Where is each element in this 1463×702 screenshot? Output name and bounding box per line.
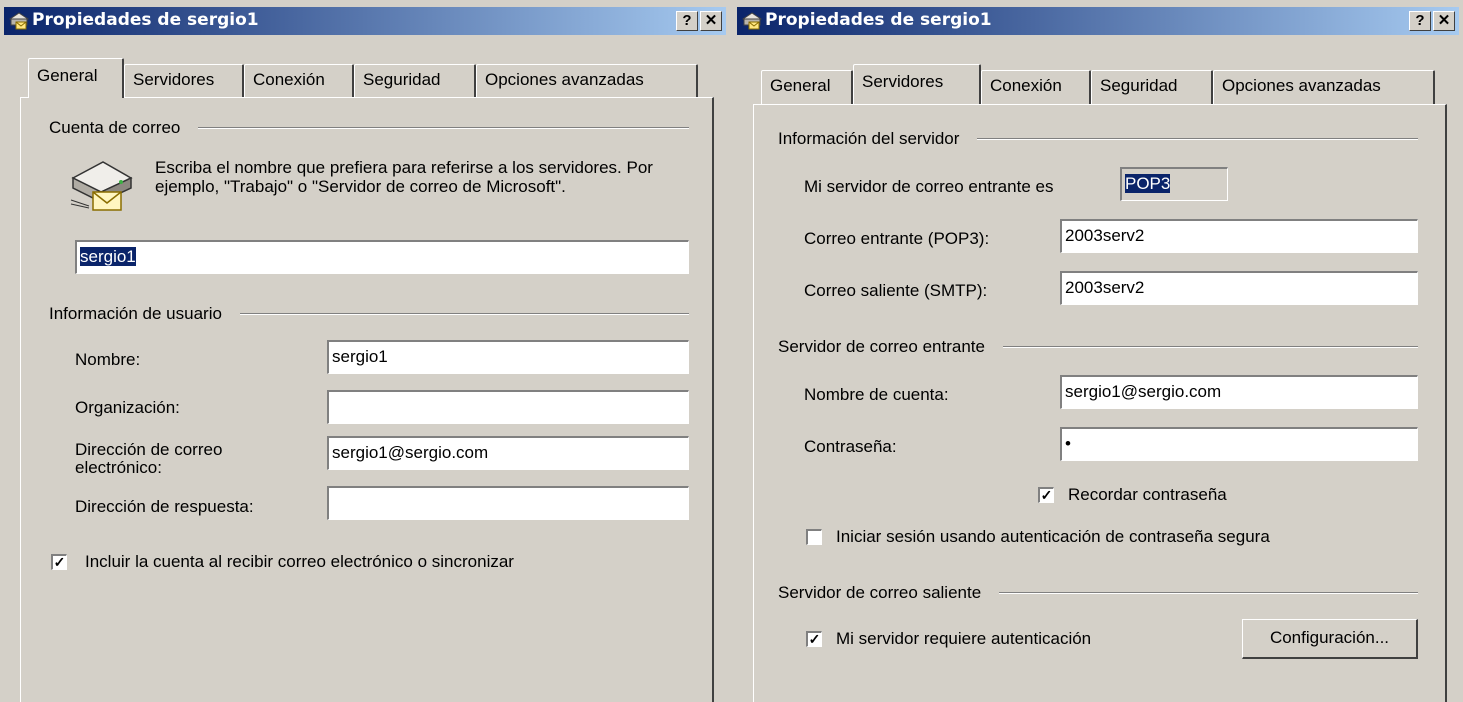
group-divider [198, 127, 689, 129]
close-button[interactable]: ✕ [1433, 11, 1455, 31]
outgoing-server-field[interactable]: 2003serv2 [1060, 271, 1418, 305]
incoming-type-value: POP3 [1125, 174, 1171, 193]
group-divider [977, 138, 1418, 140]
organization-field[interactable] [327, 390, 689, 424]
incoming-server-field[interactable]: 2003serv2 [1060, 219, 1418, 253]
title-bar[interactable]: Propiedades de sergio1 ? ✕ [737, 7, 1459, 35]
settings-button[interactable]: Configuración... [1242, 619, 1418, 659]
tab-seguridad[interactable]: Seguridad [1091, 70, 1213, 104]
account-icon [9, 12, 29, 30]
spa-checkbox[interactable] [806, 529, 822, 545]
remember-password-checkbox[interactable]: ✓ [1038, 487, 1054, 503]
close-button[interactable]: ✕ [700, 11, 722, 31]
window-title: Propiedades de sergio1 [765, 10, 992, 30]
group-servidor-de-correo-entrante: Servidor de correo entrante [778, 337, 1418, 357]
reply-field[interactable] [327, 486, 689, 520]
password-label: Contraseña: [804, 437, 897, 456]
incoming-type-field: POP3 [1120, 167, 1228, 201]
tab-general[interactable]: General [761, 70, 853, 104]
name-field[interactable]: sergio1 [327, 340, 689, 374]
group-informacion-de-usuario: Información de usuario [49, 304, 689, 324]
tab-panel-general: Cuenta de correo Escriba el nombre que p… [20, 97, 714, 702]
tab-bar: General Servidores Conexión Seguridad Op… [753, 64, 1459, 104]
tab-servidores[interactable]: Servidores [124, 64, 244, 98]
password-field[interactable]: • [1060, 427, 1418, 461]
help-button[interactable]: ? [676, 11, 698, 31]
group-label: Cuenta de correo [49, 118, 181, 137]
remember-password-label[interactable]: Recordar contraseña [1068, 485, 1227, 505]
group-label: Información de usuario [49, 304, 222, 323]
email-label-line2: electrónico: [75, 458, 162, 477]
group-servidor-de-correo-saliente: Servidor de correo saliente [778, 583, 1418, 603]
tab-conexion[interactable]: Conexión [981, 70, 1091, 104]
account-properties-window-servers: Propiedades de sergio1 ? ✕ General Servi… [733, 0, 1463, 702]
name-label: Nombre: [75, 350, 141, 369]
group-informacion-del-servidor: Información del servidor [778, 129, 1418, 149]
smtp-auth-label[interactable]: Mi servidor requiere autenticación [836, 629, 1091, 649]
account-name-label: Nombre de cuenta: [804, 385, 949, 404]
group-divider [999, 592, 1418, 594]
smtp-auth-checkbox[interactable]: ✓ [806, 631, 822, 647]
tab-servidores[interactable]: Servidores [853, 64, 981, 104]
include-account-label[interactable]: Incluir la cuenta al recibir correo elec… [85, 552, 514, 572]
tab-panel-servidores: Información del servidor Mi servidor de … [753, 104, 1447, 702]
help-button[interactable]: ? [1409, 11, 1431, 31]
incoming-server-label: Correo entrante (POP3): [804, 229, 990, 248]
account-icon [742, 12, 762, 30]
group-divider [1002, 346, 1418, 348]
include-account-checkbox[interactable]: ✓ [51, 554, 67, 570]
group-label: Servidor de correo saliente [778, 583, 982, 602]
tab-conexion[interactable]: Conexión [244, 64, 354, 98]
account-properties-window-general: Propiedades de sergio1 ? ✕ General Servi… [0, 0, 730, 702]
mail-server-icon [70, 161, 133, 211]
group-cuenta-de-correo: Cuenta de correo [49, 118, 689, 138]
email-field[interactable]: sergio1@sergio.com [327, 436, 689, 470]
outgoing-server-label: Correo saliente (SMTP): [804, 281, 988, 300]
tab-seguridad[interactable]: Seguridad [354, 64, 476, 98]
account-name-field[interactable]: sergio1 [75, 240, 689, 274]
email-label-line1: Dirección de correo [75, 440, 223, 459]
tab-opciones-avanzadas[interactable]: Opciones avanzadas [1213, 70, 1435, 104]
group-label: Información del servidor [778, 129, 960, 148]
window-title: Propiedades de sergio1 [32, 10, 259, 30]
tab-general[interactable]: General [28, 58, 124, 98]
incoming-type-label: Mi servidor de correo entrante es [804, 177, 1054, 196]
group-label: Servidor de correo entrante [778, 337, 985, 356]
spa-label[interactable]: Iniciar sesión usando autenticación de c… [836, 527, 1270, 547]
title-bar[interactable]: Propiedades de sergio1 ? ✕ [4, 7, 726, 35]
tab-opciones-avanzadas[interactable]: Opciones avanzadas [476, 64, 698, 98]
organization-label: Organización: [75, 398, 180, 417]
tab-bar: General Servidores Conexión Seguridad Op… [20, 58, 726, 98]
account-name-value: sergio1 [80, 247, 136, 266]
account-name-field[interactable]: sergio1@sergio.com [1060, 375, 1418, 409]
reply-label: Dirección de respuesta: [75, 497, 254, 516]
account-description: Escriba el nombre que prefiera para refe… [155, 158, 653, 196]
group-divider [239, 313, 689, 315]
